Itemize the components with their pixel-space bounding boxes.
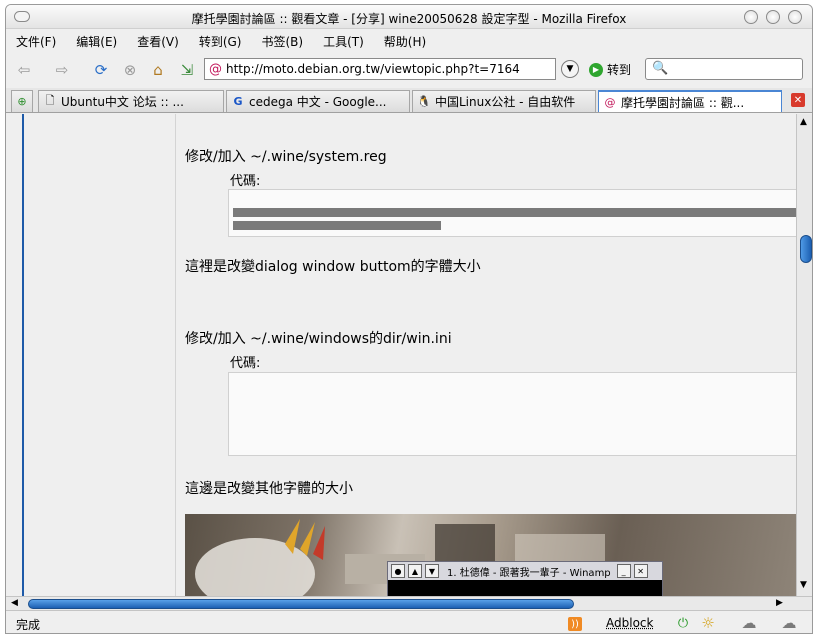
close-icon: ✕: [637, 566, 644, 576]
tab-label: cedega 中文 - Google...: [249, 95, 387, 109]
tab-ubuntu[interactable]: 🗋 Ubuntu中文 论坛 :: ...: [38, 90, 224, 112]
winamp-window[interactable]: ● ▲ ▼ 1. 杜德偉 - 跟著我一輩子 - Winamp _ ✕: [387, 561, 663, 600]
rss-feed-icon[interactable]: )): [568, 617, 582, 631]
arrow-down-icon: ▼: [428, 566, 436, 576]
debian-swirl-icon: @: [604, 95, 616, 109]
tab-label: 摩托學園討論區 :: 觀...: [621, 95, 745, 110]
post-line-system-reg: 修改/加入 ~/.wine/system.reg: [185, 149, 387, 165]
stop-icon[interactable]: ⊗: [120, 60, 140, 80]
horizontal-scroll-thumb[interactable]: [28, 599, 574, 609]
search-icon: 🔍: [652, 61, 669, 76]
go-arrow-icon: ▶: [589, 62, 603, 77]
minimize-button[interactable]: [744, 10, 758, 24]
search-box[interactable]: 🔍: [645, 58, 803, 80]
google-icon: G: [233, 95, 243, 108]
penguin-icon: 🐧: [417, 95, 431, 108]
menu-edit[interactable]: 编辑(E): [76, 33, 117, 50]
back-arrow-icon[interactable]: ⇦: [14, 60, 34, 80]
page-icon: 🗋: [45, 94, 55, 107]
menu-help[interactable]: 帮助(H): [384, 33, 426, 50]
post-author-column: [22, 114, 176, 596]
vertical-scroll-thumb[interactable]: [800, 235, 812, 263]
menu-go[interactable]: 转到(G): [199, 33, 242, 50]
tab-label: Ubuntu中文 论坛 :: ...: [61, 95, 184, 109]
bookmark-add-icon[interactable]: ⇲: [177, 60, 197, 80]
adblock-button[interactable]: Adblock: [606, 616, 653, 630]
maximize-button[interactable]: [766, 10, 780, 24]
winamp-close-button[interactable]: ✕: [633, 564, 648, 578]
scroll-up-icon[interactable]: ▲: [800, 117, 807, 127]
chevron-down-icon: ▼: [566, 64, 574, 74]
scroll-right-icon[interactable]: ▶: [776, 598, 783, 608]
code-line: [233, 221, 441, 230]
post-line-other-font: 這邊是改變其他字體的大小: [185, 481, 353, 497]
network-status-icon[interactable]: ⏻: [674, 614, 692, 632]
go-label: 转到: [607, 63, 632, 77]
firefox-window: 摩托學園討論區 :: 觀看文章 - [分享] wine20050628 設定字型…: [5, 4, 813, 634]
menu-tools[interactable]: 工具(T): [323, 33, 364, 50]
winamp-track-title: 1. 杜德偉 - 跟著我一輩子 - Winamp: [447, 567, 611, 579]
tab-linux-gongshe[interactable]: 🐧 中国Linux公社 - 自由软件: [412, 90, 596, 112]
code-block: [228, 189, 796, 237]
code-line: [233, 208, 796, 217]
close-tab-button[interactable]: ✕: [791, 93, 805, 107]
winamp-minimize-button[interactable]: _: [616, 564, 631, 578]
code-label: 代碼:: [230, 174, 261, 189]
title-bar: 摩托學園討論區 :: 觀看文章 - [分享] wine20050628 設定字型…: [6, 5, 812, 29]
forward-arrow-icon[interactable]: ⇨: [52, 60, 72, 80]
url-bar[interactable]: @: [204, 58, 556, 80]
post-line-dialog-font: 這裡是改變dialog window buttom的字體大小: [185, 259, 481, 275]
close-window-button[interactable]: [788, 10, 802, 24]
menu-bookmarks[interactable]: 书签(B): [261, 33, 303, 50]
status-text: 完成: [16, 618, 41, 632]
tab-moto-active[interactable]: @ 摩托學園討論區 :: 觀...: [598, 90, 782, 112]
window-title: 摩托學園討論區 :: 觀看文章 - [分享] wine20050628 設定字型…: [191, 12, 627, 26]
weather-storm-icon[interactable]: ☁: [740, 614, 758, 632]
circle-icon: ●: [394, 566, 402, 576]
home-icon[interactable]: ⌂: [148, 60, 168, 80]
url-dropdown-button[interactable]: ▼: [561, 60, 579, 78]
winamp-menu-button[interactable]: ●: [391, 564, 405, 578]
winamp-down-button[interactable]: ▼: [425, 564, 439, 578]
weather-sun-cloud-icon[interactable]: ☼: [699, 614, 717, 632]
post-line-win-ini: 修改/加入 ~/.wine/windows的dir/win.ini: [185, 331, 452, 347]
status-bar: 完成 )) Adblock ⏻ ☼ ☁ ☁: [6, 610, 812, 633]
close-icon: ✕: [793, 94, 803, 106]
tab-bar: ⊕ 🗋 Ubuntu中文 论坛 :: ... G cedega 中文 - Goo…: [6, 88, 812, 113]
go-button[interactable]: ▶ 转到: [589, 61, 631, 78]
scroll-left-icon[interactable]: ◀: [11, 598, 18, 608]
menu-view[interactable]: 查看(V): [137, 33, 179, 50]
minimize-icon: _: [621, 566, 626, 576]
menu-file[interactable]: 文件(F): [16, 33, 56, 50]
url-input[interactable]: [226, 62, 546, 76]
winamp-titlebar: ● ▲ ▼ 1. 杜德偉 - 跟著我一輩子 - Winamp _ ✕: [388, 562, 662, 580]
page-content: 修改/加入 ~/.wine/system.reg 代碼: 這裡是改變dialog…: [6, 114, 796, 596]
new-tab-button[interactable]: ⊕: [11, 90, 33, 112]
reload-icon[interactable]: ⟳: [91, 60, 111, 80]
code-block: [228, 372, 796, 456]
weather-storm-icon[interactable]: ☁: [780, 614, 798, 632]
debian-swirl-icon: @: [209, 61, 222, 77]
new-tab-icon: ⊕: [17, 95, 27, 108]
arrow-up-icon: ▲: [411, 566, 419, 576]
scroll-down-icon[interactable]: ▼: [800, 580, 807, 590]
vertical-scrollbar[interactable]: ▲ ▼: [796, 114, 812, 596]
tab-cedega[interactable]: G cedega 中文 - Google...: [226, 90, 410, 112]
horizontal-scrollbar[interactable]: ◀ ▶: [6, 596, 812, 610]
code-label: 代碼:: [230, 356, 261, 371]
tab-label: 中国Linux公社 - 自由软件: [435, 95, 576, 109]
menu-bar: 文件(F) 编辑(E) 查看(V) 转到(G) 书签(B) 工具(T) 帮助(H…: [6, 30, 812, 52]
winamp-up-button[interactable]: ▲: [408, 564, 422, 578]
